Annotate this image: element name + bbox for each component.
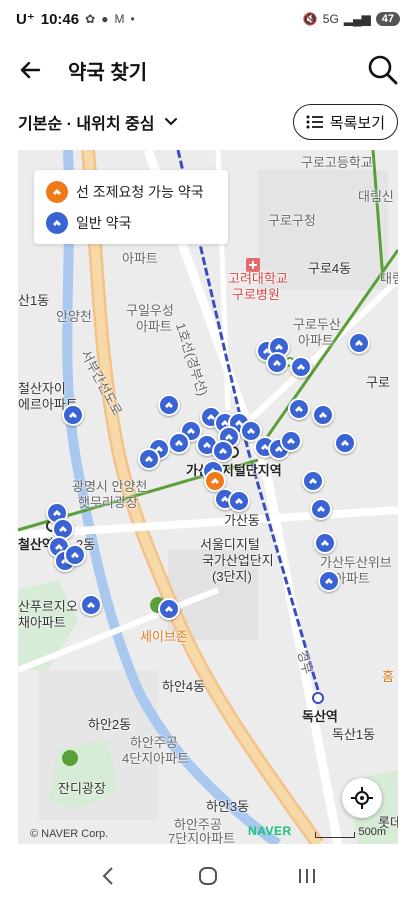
dot-icon: • — [130, 12, 135, 26]
map-scale: 500m — [315, 826, 386, 838]
map-label-guro: 구로 — [366, 375, 390, 390]
app-header: 약국 찾기 — [0, 44, 416, 96]
pharmacy-pin[interactable] — [168, 432, 190, 454]
legend-label-general: 일반 약국 — [76, 214, 132, 231]
map-label-guro-gu-office: 구로구청 — [268, 213, 316, 228]
filter-row: 기본순 · 내위치 중심 목록보기 — [0, 102, 416, 142]
pharmacy-pin[interactable] — [310, 498, 332, 520]
map-legend: 선 조제요청 가능 약국 일반 약국 — [34, 170, 228, 244]
map-label-hagan4dong: 하안4동 — [162, 679, 206, 694]
carrier-label: U⁺ — [16, 11, 35, 28]
gmail-icon: M — [114, 12, 125, 26]
network-5g-icon: 5G — [322, 12, 339, 26]
map-label-guro4dong: 구로4동 — [308, 261, 352, 276]
list-icon — [306, 115, 323, 129]
pharmacy-pin[interactable] — [158, 394, 180, 416]
pharmacy-pin[interactable] — [212, 440, 234, 462]
arrow-left-icon — [20, 61, 41, 79]
recents-icon — [298, 869, 315, 883]
map-label-haetmuri-square: 햇무리광장 — [78, 495, 138, 510]
pharmacy-pin[interactable] — [334, 432, 356, 454]
map-label-daerim: 대림신 — [358, 189, 394, 204]
map-label-jandi-square: 잔디광장 — [58, 781, 106, 796]
map-label-4danji-apartment: 4단지아파트 — [122, 751, 190, 766]
system-nav-bar — [0, 851, 416, 901]
map-label-apartment-3: 아파트 — [298, 333, 334, 348]
map-label-doksan1dong: 독산1동 — [332, 727, 376, 742]
map-label-7danji-apartment: 7단지아파트 — [168, 831, 236, 844]
clock: 10:46 — [40, 10, 80, 28]
scale-label: 500m — [358, 826, 386, 838]
nav-home-button[interactable] — [188, 856, 228, 896]
list-view-button[interactable]: 목록보기 — [292, 104, 398, 140]
chevron-down-icon — [165, 118, 178, 126]
pharmacy-pin[interactable] — [290, 356, 312, 378]
pharmacy-pin[interactable] — [314, 532, 336, 554]
mute-icon: 🔇 — [302, 12, 318, 26]
map-label-chae-apartment: 채아파트 — [18, 615, 66, 630]
search-icon — [368, 55, 398, 85]
scale-bar — [315, 832, 356, 838]
back-button[interactable] — [16, 56, 44, 84]
pharmacy-pin[interactable] — [64, 544, 86, 566]
my-location-button[interactable] — [342, 778, 382, 818]
map-label-doksan-station: 독산역 — [302, 709, 338, 724]
pharmacy-pin[interactable] — [62, 404, 84, 426]
pharmacy-orange-icon — [46, 180, 68, 203]
prescription-pharmacy-pin[interactable] — [204, 470, 226, 492]
legend-label-prescription: 선 조제요청 가능 약국 — [76, 183, 204, 200]
map-label-anyang-stream: 안양천 — [56, 309, 92, 324]
pharmacy-pin[interactable] — [288, 398, 310, 420]
nav-back-button[interactable] — [89, 856, 129, 896]
map-label-hagan3dong: 하안3동 — [206, 799, 250, 814]
talk-notification-icon: ● — [101, 12, 109, 26]
page-title: 약국 찾기 — [68, 61, 148, 84]
signal-icon: ▂▄▆ — [343, 12, 371, 26]
map-label-gasan-digital-station: 가산디지털단지역 — [186, 463, 282, 478]
legend-item-prescription: 선 조제요청 가능 약국 — [46, 176, 216, 207]
sort-dropdown[interactable]: 기본순 · 내위치 중심 — [18, 110, 178, 134]
map-label-apartment: 아파트 — [122, 251, 158, 266]
nav-recents-button[interactable] — [287, 856, 327, 896]
map-label-san1dong: 산1동 — [18, 293, 50, 308]
pharmacy-pin[interactable] — [302, 470, 324, 492]
chevron-left-icon — [102, 867, 114, 885]
pharmacy-pin[interactable] — [228, 490, 250, 512]
pharmacy-pin[interactable] — [80, 594, 102, 616]
battery-indicator: 47 — [375, 12, 400, 26]
crosshair-icon — [351, 787, 373, 809]
pharmacy-pin[interactable] — [348, 332, 370, 354]
map-label-gasandong: 가산동 — [224, 513, 260, 528]
map-attribution: © NAVER Corp. — [30, 828, 109, 840]
pharmacy-pin[interactable] — [138, 448, 160, 470]
pharmacy-pin[interactable] — [266, 352, 288, 374]
legend-item-general: 일반 약국 — [46, 207, 216, 238]
sort-label: 기본순 · 내위치 중심 — [18, 116, 155, 133]
pharmacy-map[interactable]: 구로고등학교 대림신 구로구청 아파트 고려대학교 구로병원 구로4동 대림 산… — [18, 150, 398, 844]
pharmacy-pin[interactable] — [158, 598, 180, 620]
status-bar: U⁺ 10:46 ✿ ● M • 🔇 5G ▂▄▆ 47 — [0, 0, 416, 38]
pharmacy-pin[interactable] — [312, 404, 334, 426]
list-view-label: 목록보기 — [329, 114, 385, 132]
map-label-guro-highschool: 구로고등학교 — [301, 155, 373, 170]
map-label-complex3: (3단지) — [212, 569, 252, 584]
map-label-savezone: 세이브존 — [140, 629, 188, 644]
pharmacy-pin[interactable] — [280, 430, 302, 452]
map-label-guro-hospital: 구로병원 — [232, 287, 280, 302]
app-notification-icon: ✿ — [85, 12, 96, 26]
pharmacy-blue-icon — [46, 211, 68, 234]
pharmacy-pin[interactable] — [318, 570, 340, 592]
search-button[interactable] — [366, 53, 400, 87]
map-label-home: 홈 — [382, 669, 394, 684]
home-icon — [198, 867, 217, 885]
naver-logo: NAVER — [248, 824, 292, 838]
map-label-hagan2dong: 하안2동 — [88, 717, 132, 732]
map-label-daerim-station: 대림 — [380, 271, 398, 286]
map-label-apartment-2: 아파트 — [136, 319, 172, 334]
